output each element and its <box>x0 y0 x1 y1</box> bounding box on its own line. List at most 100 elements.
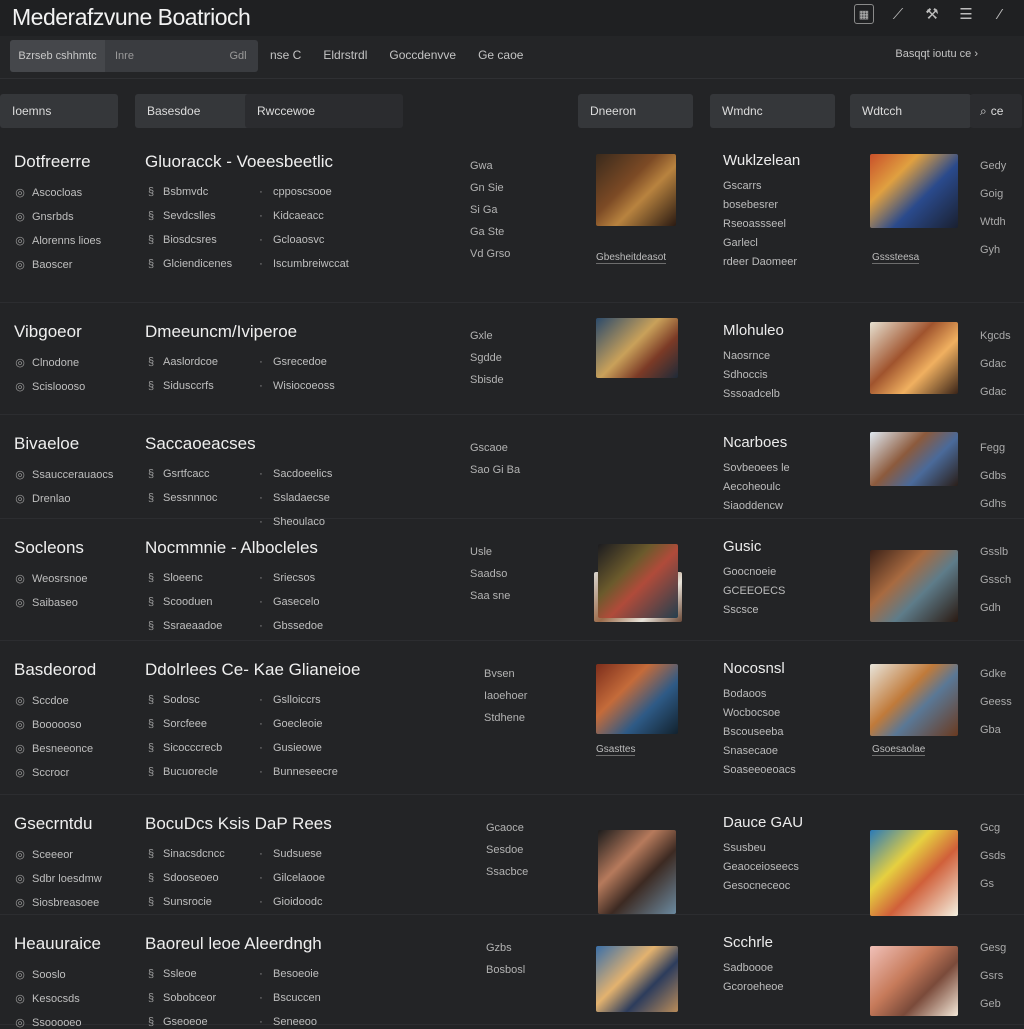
category-item[interactable]: ◎ Sceeeor <box>14 848 73 862</box>
detail-item[interactable]: § Ssraeaadoe <box>145 620 222 632</box>
row-category[interactable]: Heauuraice <box>14 934 101 954</box>
thumbnail-image[interactable] <box>870 154 958 228</box>
table-row[interactable]: Vibgoeor ◎ Clnodone ◎ Scisloooso Dmeeuncm/Ivi… <box>0 308 1024 415</box>
detail-item[interactable]: § Ssleoe <box>145 968 197 980</box>
category-item[interactable]: ◎ Scisloooso <box>14 380 85 394</box>
row-title[interactable]: Saccaoeacses <box>145 434 256 454</box>
detail-item[interactable]: · Gbssedoe <box>255 620 323 632</box>
table-row[interactable]: Dotfreerre ◎ Ascocloas ◎ Gnsrbds ◎ Alorenns li… <box>0 138 1024 303</box>
detail-item[interactable]: · Sudsuese <box>255 848 322 860</box>
toolbar-right-link[interactable]: Basqqt ioutu ce › <box>895 48 978 60</box>
detail-item[interactable]: § Sdooseoeo <box>145 872 219 884</box>
row-category[interactable]: Vibgoeor <box>14 322 82 342</box>
toolbar-link[interactable]: Eldrstrdl <box>323 48 367 62</box>
detail-item[interactable]: · Gilcelaooe <box>255 872 325 884</box>
detail-item[interactable]: § Glciendicenes <box>145 258 232 270</box>
detail-item[interactable]: § Sessnnnoc <box>145 492 218 504</box>
row-title[interactable]: Dmeeuncm/Iviperoe <box>145 322 297 342</box>
category-item[interactable]: ◎ Gnsrbds <box>14 210 73 224</box>
column-header[interactable]: Dneeron <box>578 94 693 128</box>
row-category[interactable]: Gsecrntdu <box>14 814 92 834</box>
thumbnail-image[interactable] <box>870 322 958 394</box>
thumbnail-image[interactable] <box>870 664 958 736</box>
thumbnail-image[interactable] <box>870 432 958 486</box>
category-item[interactable]: ◎ Besneeonce <box>14 742 93 756</box>
category-item[interactable]: ◎ Sooslo <box>14 968 65 982</box>
detail-item[interactable]: · Gusieowe <box>255 742 322 754</box>
detail-item[interactable]: · Besoeoie <box>255 968 319 980</box>
table-row[interactable]: Heauuraice ◎ Sooslo ◎ Kesocsds ◎ Ssooooeo Baore… <box>0 920 1024 1029</box>
detail-item[interactable]: § Sorcfeee <box>145 718 207 730</box>
detail-item[interactable]: § Sinacsdcncc <box>145 848 225 860</box>
grid-icon[interactable]: ▦ <box>854 4 874 24</box>
column-header[interactable]: Ioemns <box>0 94 118 128</box>
detail-item[interactable]: · Gasecelo <box>255 596 319 608</box>
detail-item[interactable]: · cpposcsooe <box>255 186 332 198</box>
detail-item[interactable]: § Bucuorecle <box>145 766 218 778</box>
detail-item[interactable]: § Sicocccrecb <box>145 742 222 754</box>
row-title[interactable]: Nocmmnie - Albocleles <box>145 538 318 558</box>
menu-icon[interactable]: ☰ <box>956 4 976 24</box>
detail-item[interactable]: · Gslloiccrs <box>255 694 321 706</box>
category-item[interactable]: ◎ Weosrsnoe <box>14 572 87 586</box>
detail-item[interactable]: § Sunsrocie <box>145 896 212 908</box>
detail-item[interactable]: · Sriecsos <box>255 572 315 584</box>
category-item[interactable]: ◎ Sdbr loesdmw <box>14 872 102 886</box>
category-item[interactable]: ◎ Ssooooeo <box>14 1016 81 1029</box>
search-scope-button[interactable]: Bzrseb cshhmtc <box>10 40 105 72</box>
row-title[interactable]: Baoreul leoe Aleerdngh <box>145 934 322 954</box>
row-title[interactable]: Ddolrlees Ce- Kae Glianeioe <box>145 660 360 680</box>
category-item[interactable]: ◎ Siosbreasoee <box>14 896 99 910</box>
row-title[interactable]: Gluoracck - Voeesbeetlic <box>145 152 333 172</box>
detail-item[interactable]: § Sodosc <box>145 694 200 706</box>
category-item[interactable]: ◎ Alorenns lioes <box>14 234 101 248</box>
tools-icon[interactable]: ⚒ <box>922 4 942 24</box>
detail-item[interactable]: · Wisiocoeoss <box>255 380 335 392</box>
category-item[interactable]: ◎ Kesocsds <box>14 992 80 1006</box>
detail-item[interactable]: · Ssladaecse <box>255 492 330 504</box>
table-row[interactable]: Basdeorod ◎ Sccdoe ◎ Boooooso ◎ Besneeonce ◎ Scc… <box>0 646 1024 795</box>
table-row[interactable]: Bivaeloe ◎ Ssauccerauaocs ◎ Drenlao Saccaoeac… <box>0 420 1024 622</box>
detail-item[interactable]: § Scooduen <box>145 596 213 608</box>
detail-item[interactable]: § Sidusccrfs <box>145 380 214 392</box>
row-category[interactable]: Dotfreerre <box>14 152 91 172</box>
column-header[interactable]: Wdtcch <box>850 94 971 128</box>
category-item[interactable]: ◎ Sccrocr <box>14 766 69 780</box>
thumbnail-image[interactable] <box>870 946 958 1016</box>
table-row[interactable]: Gsecrntdu ◎ Sceeeor ◎ Sdbr loesdmw ◎ Siosbreas… <box>0 800 1024 916</box>
thumbnail-image[interactable] <box>596 154 676 226</box>
detail-item[interactable]: · Bunneseecre <box>255 766 338 778</box>
detail-item[interactable]: § Biosdcsres <box>145 234 217 246</box>
detail-item[interactable]: § Gsrtfcacc <box>145 468 210 480</box>
category-item[interactable]: ◎ Sccdoe <box>14 694 69 708</box>
thumbnail-image[interactable] <box>870 830 958 916</box>
detail-item[interactable]: · Bscuccen <box>255 992 321 1004</box>
detail-item[interactable]: · Gsrecedoe <box>255 356 327 368</box>
toolbar-link[interactable]: Ge caoe <box>478 48 523 62</box>
row-category[interactable]: Bivaeloe <box>14 434 79 454</box>
category-item[interactable]: ◎ Ascocloas <box>14 186 82 200</box>
column-header[interactable]: Basesdoe <box>135 94 251 128</box>
row-category[interactable]: Basdeorod <box>14 660 96 680</box>
thumbnail-image[interactable] <box>596 946 678 1012</box>
minimize-icon[interactable]: ⁄ <box>990 4 1010 24</box>
category-item[interactable]: ◎ Boooooso <box>14 718 81 732</box>
search-input[interactable]: Inre <box>105 40 218 72</box>
detail-item[interactable]: · Gioidoodc <box>255 896 322 908</box>
row-category[interactable]: Socleons <box>14 538 84 558</box>
thumbnail-image[interactable] <box>596 318 678 378</box>
toolbar-link[interactable]: nse C <box>270 48 301 62</box>
brush-icon[interactable]: ⟋ <box>888 4 908 24</box>
toolbar-link[interactable]: Goccdenvve <box>389 48 456 62</box>
column-header[interactable]: Rwccewoe <box>245 94 403 128</box>
category-item[interactable]: ◎ Drenlao <box>14 492 70 506</box>
detail-item[interactable]: · Seneeoo <box>255 1016 317 1028</box>
detail-item[interactable]: · Sacdoeelics <box>255 468 332 480</box>
detail-item[interactable]: · Goecleoie <box>255 718 322 730</box>
category-item[interactable]: ◎ Ssauccerauaocs <box>14 468 113 482</box>
category-item[interactable]: ◎ Baoscer <box>14 258 72 272</box>
detail-item[interactable]: · Kidcaeacc <box>255 210 324 222</box>
thumbnail-image[interactable] <box>598 544 678 618</box>
thumbnail-image[interactable] <box>598 830 676 914</box>
search-bar[interactable]: Bzrseb cshhmtc Inre Gdl <box>10 40 258 72</box>
